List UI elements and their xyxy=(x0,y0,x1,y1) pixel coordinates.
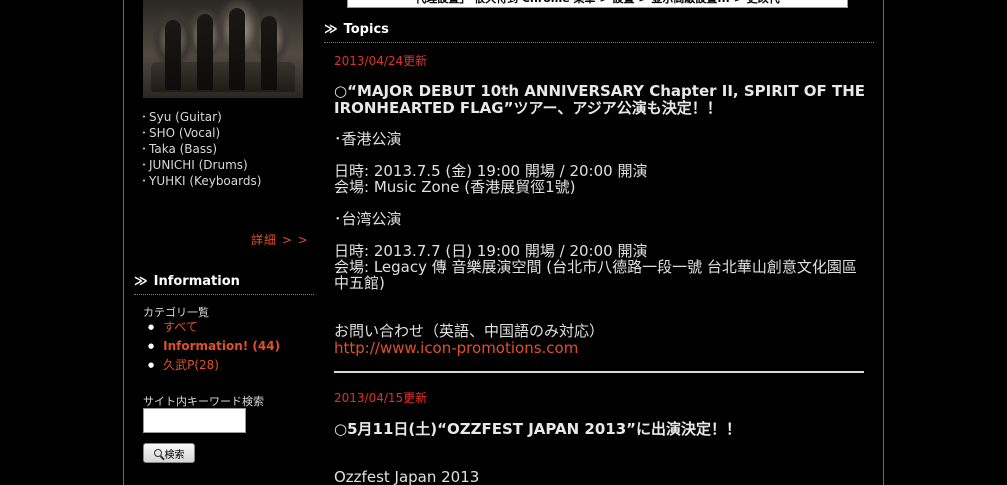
post-title: ○5月11日(土)“OZZFEST JAPAN 2013”に出演決定！！ xyxy=(334,420,742,438)
information-heading-label: Information xyxy=(153,274,240,289)
member-item: JUNICHI (Drums) xyxy=(141,157,261,173)
post-body-line: ･台湾公演 xyxy=(334,210,402,228)
category-list: すべて Information! (44) 久武P(28) xyxy=(143,318,280,375)
post-date: 2013/04/24更新 xyxy=(334,54,428,68)
right-border xyxy=(883,0,884,485)
information-heading: ≫ Information xyxy=(134,274,314,295)
double-chevron-icon: ≫ xyxy=(134,274,148,289)
category-item-hisatake[interactable]: 久武P(28) xyxy=(143,356,280,375)
post-body-line: 日時: 2013.7.5 (金) 19:00 開場 / 20:00 開演 xyxy=(334,162,648,180)
band-photo-member xyxy=(261,16,277,90)
post-divider xyxy=(334,371,864,373)
search-label: サイト内キーワード検索 xyxy=(143,395,264,408)
details-link[interactable]: 詳細 > > xyxy=(251,231,309,248)
search-icon xyxy=(153,449,162,457)
member-list: Syu (Guitar) SHO (Vocal) Taka (Bass) JUN… xyxy=(141,109,261,189)
category-item-information[interactable]: Information! (44) xyxy=(143,337,280,356)
double-chevron-icon: ≫ xyxy=(324,22,338,37)
band-photo-member xyxy=(197,14,213,90)
search-input[interactable] xyxy=(143,408,246,433)
category-item-all[interactable]: すべて xyxy=(143,318,280,337)
post-body-line: ･香港公演 xyxy=(334,130,402,148)
post-body-line: 日時: 2013.7.7 (日) 19:00 開場 / 20:00 開演 xyxy=(334,242,648,260)
top-notice-bar: 代理設置」 很久待到 Chrome 菜單 > 設置 > 並示高級設置... > … xyxy=(347,0,848,8)
band-photo-member xyxy=(165,20,181,90)
post-body-line: 会場: Legacy 傳 音樂展演空間 (台北市八德路一段一號 台北華山創意文化… xyxy=(334,258,857,292)
band-photo-member xyxy=(229,8,245,90)
contact-link[interactable]: http://www.icon-promotions.com xyxy=(334,340,578,356)
band-photo[interactable] xyxy=(143,0,303,98)
member-item: Syu (Guitar) xyxy=(141,109,261,125)
sidebar: Syu (Guitar) SHO (Vocal) Taka (Bass) JUN… xyxy=(124,0,314,485)
member-item: YUHKI (Keyboards) xyxy=(141,173,261,189)
member-item: SHO (Vocal) xyxy=(141,125,261,141)
page: Syu (Guitar) SHO (Vocal) Taka (Bass) JUN… xyxy=(0,0,1007,485)
topics-heading: ≫ Topics xyxy=(324,22,874,43)
post-body-line: お問い合わせ（英語、中国語のみ対応） xyxy=(334,322,605,340)
search-button-label: 検索 xyxy=(164,449,185,461)
post-body-line: Ozzfest Japan 2013 xyxy=(334,468,480,485)
topics-heading-label: Topics xyxy=(343,22,389,37)
post-title: ○“MAJOR DEBUT 10th ANNIVERSARY Chapter I… xyxy=(334,82,866,117)
post-body-line: 会場: Music Zone (香港展貿徑1號) xyxy=(334,178,576,196)
post-date: 2013/04/15更新 xyxy=(334,391,428,405)
search-button[interactable]: 検索 xyxy=(143,443,195,463)
member-item: Taka (Bass) xyxy=(141,141,261,157)
